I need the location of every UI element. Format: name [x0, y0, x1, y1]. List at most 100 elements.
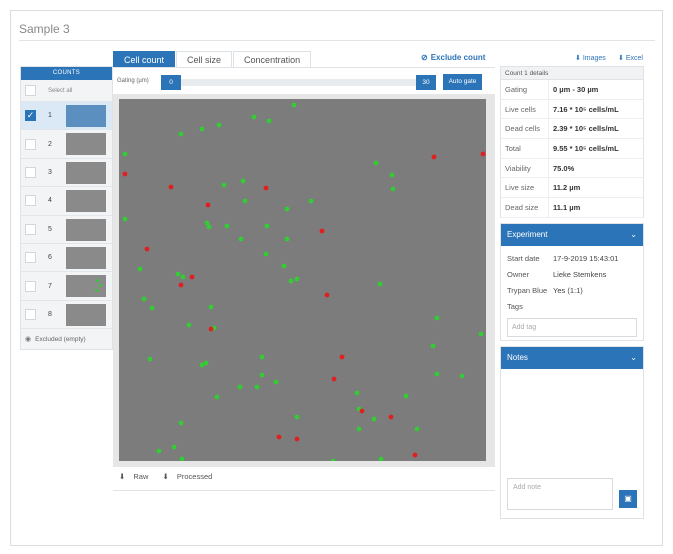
live-cell-marker [156, 448, 162, 454]
detail-key: Viability [501, 158, 549, 178]
live-cell-marker [273, 379, 279, 385]
tab-cell-size[interactable]: Cell size [176, 51, 233, 67]
chevron-down-icon[interactable]: ⌄ [630, 224, 637, 246]
count-thumbnail [66, 218, 106, 241]
trypan-key: Trypan Blue [507, 286, 548, 295]
count-row[interactable]: ✓ 1 [21, 102, 112, 131]
live-cell-marker [291, 102, 297, 108]
processed-download-link[interactable]: ⬇ Processed [163, 472, 219, 481]
image-downloads: ⬇ Raw ⬇ Processed [119, 472, 224, 481]
gating-slider-track[interactable] [161, 79, 436, 86]
dead-cell-marker [359, 408, 365, 414]
count-checkbox[interactable] [25, 280, 36, 292]
live-cell-marker [175, 271, 181, 277]
exclude-count-button[interactable]: ⊘ Exclude count [421, 53, 485, 62]
tab-cell-count[interactable]: Cell count [113, 51, 176, 67]
raw-download-link[interactable]: ⬇ Raw [119, 472, 154, 481]
live-cell-marker [206, 224, 212, 230]
count-details-panel: Count 1 details Gating 0 µm - 30 µm Live c… [500, 66, 644, 218]
select-all-checkbox[interactable] [25, 85, 36, 96]
count-checkbox[interactable] [25, 223, 36, 235]
count-row[interactable]: 7 [21, 272, 112, 301]
live-cell-marker [389, 172, 395, 178]
save-note-button[interactable]: ▣ [619, 490, 637, 508]
count-row[interactable]: 5 [21, 216, 112, 244]
owner-value: Lieke Stemkens [553, 270, 607, 279]
chevron-down-icon[interactable]: ⌄ [630, 347, 637, 369]
thumbnail-cell-dot [99, 284, 102, 288]
live-cell-marker [254, 384, 260, 390]
excel-download-link[interactable]: ⬇ Excel [618, 54, 643, 62]
live-cell-marker [180, 274, 186, 280]
detail-key: Gating [501, 80, 549, 99]
counts-header: COUNTS [21, 67, 112, 80]
live-cell-marker [263, 251, 269, 257]
live-cell-marker [141, 296, 147, 302]
gating-max-handle[interactable]: 30 [416, 75, 436, 90]
count-thumbnail [66, 133, 106, 156]
excluded-row[interactable]: ◉ Excluded (empty) [21, 329, 112, 349]
count-row[interactable]: 6 [21, 244, 112, 273]
thumbnail-cell-dot [95, 289, 98, 293]
add-tag-input[interactable]: Add tag [507, 318, 637, 337]
add-note-input[interactable]: Add note [507, 478, 613, 510]
count-row[interactable]: 4 [21, 187, 112, 216]
count-thumbnail [66, 275, 106, 298]
count-checkbox[interactable] [25, 166, 36, 178]
live-cell-marker [284, 206, 290, 212]
auto-gate-button[interactable]: Auto gate [443, 74, 482, 90]
count-row[interactable]: 8 [21, 301, 112, 330]
count-row[interactable]: 2 [21, 130, 112, 159]
detail-key: Live cells [501, 99, 549, 119]
select-all-label: Select all [48, 87, 73, 94]
exclude-count-label: Exclude count [430, 53, 486, 62]
live-cell-marker [288, 278, 294, 284]
live-cell-marker [214, 394, 220, 400]
start-date-value: 17-9-2019 15:43:01 [553, 254, 619, 263]
dead-cell-marker [431, 154, 437, 160]
notes-header[interactable]: Notes ⌄ [501, 347, 643, 369]
tab-concentration[interactable]: Concentration [233, 51, 312, 67]
count-checkbox[interactable]: ✓ [25, 110, 36, 122]
count-row[interactable]: 3 [21, 159, 112, 188]
live-cell-marker [203, 360, 209, 366]
trypan-row: Trypan Blue Yes (1:1) [501, 282, 643, 298]
images-download-link[interactable]: ⬇ Images [575, 54, 606, 62]
detail-value: 11.2 µm [553, 183, 581, 193]
images-link-label: Images [582, 55, 606, 62]
dead-cell-marker [189, 274, 195, 280]
experiment-header[interactable]: Experiment ⌄ [501, 224, 643, 246]
live-cell-marker [199, 126, 205, 132]
experiment-panel: Experiment ⌄ Start date 17-9-2019 15:43:… [500, 223, 644, 341]
tab-bar: Cell count Cell size Concentration [113, 51, 312, 67]
count-label: 7 [48, 282, 52, 290]
processed-label: Processed [176, 472, 213, 481]
gating-min-handle[interactable]: 0 [161, 75, 181, 90]
live-cell-marker [208, 304, 214, 310]
dead-cell-marker [276, 434, 282, 440]
live-cell-marker [242, 198, 248, 204]
dead-cell-marker [294, 436, 300, 442]
detail-value: 7.16 * 10⁵ cells/mL [553, 104, 619, 114]
count-checkbox[interactable] [25, 252, 36, 264]
dead-cell-marker [388, 414, 394, 420]
select-all-row[interactable]: Select all [21, 80, 112, 102]
detail-row: Live size 11.2 µm [501, 178, 643, 199]
dead-cell-marker [144, 246, 150, 252]
detail-value: 2.39 * 10⁵ cells/mL [553, 124, 619, 134]
count-checkbox[interactable] [25, 308, 36, 320]
count-checkbox[interactable] [25, 138, 36, 150]
live-cell-marker [434, 371, 440, 377]
live-cell-marker [237, 384, 243, 390]
live-cell-marker [390, 186, 396, 192]
dead-cell-marker [178, 282, 184, 288]
live-cell-marker [356, 426, 362, 432]
detail-value: 75.0% [553, 163, 575, 173]
detail-row: Total 9.55 * 10⁵ cells/mL [501, 139, 643, 159]
live-cell-marker [137, 266, 143, 272]
detail-value: 11.1 µm [553, 202, 581, 212]
count-thumbnail [66, 190, 106, 213]
live-cell-marker [179, 456, 185, 461]
download-icon: ⬇ [575, 55, 581, 62]
count-checkbox[interactable] [25, 195, 36, 207]
